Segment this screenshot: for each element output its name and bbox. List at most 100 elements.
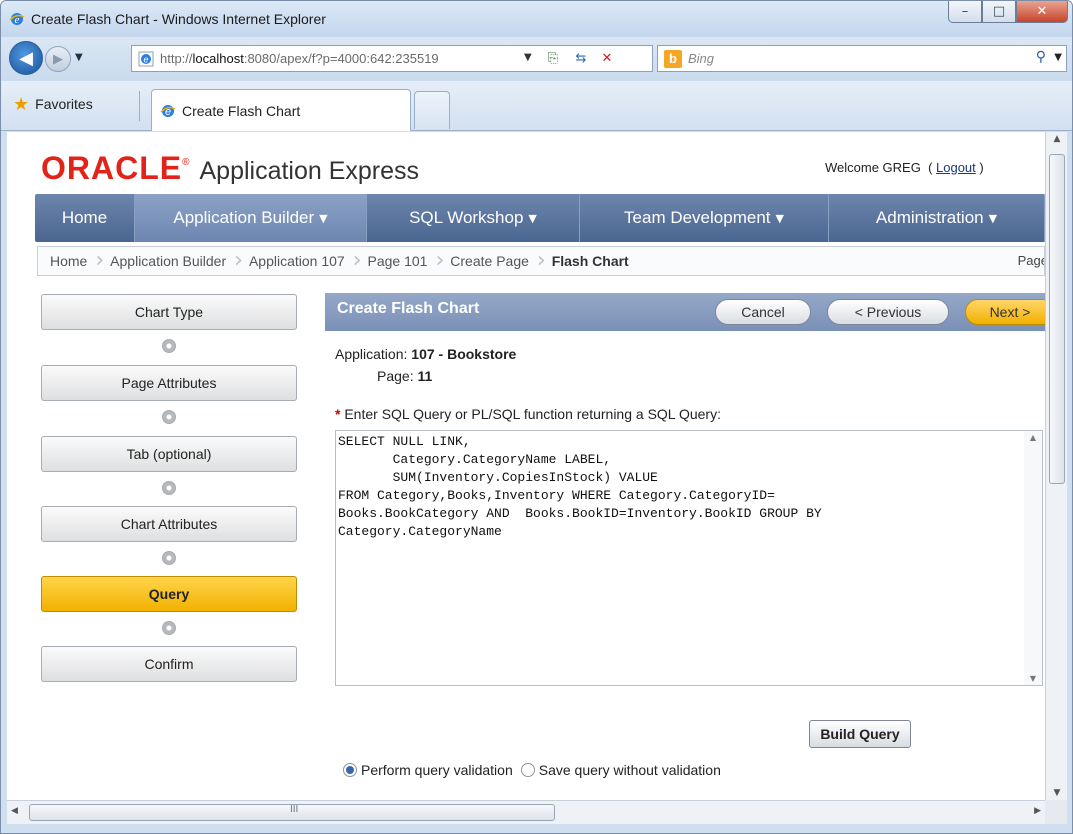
address-dropdown-icon[interactable]: ▼ [524,52,532,63]
scroll-up-icon[interactable]: ▲ [1024,433,1042,442]
refresh-icon[interactable]: ⇆ [572,50,590,68]
favorites-label: Favorites [35,96,93,112]
next-button[interactable]: Next > [965,299,1045,325]
ie-tab-icon: e [160,104,176,118]
no-validate-radio-label[interactable]: Save query without validation [539,762,721,778]
wizard-step-page-attributes[interactable]: Page Attributes [41,365,297,401]
registered-mark: ® [182,157,190,168]
chevron-right-icon: › [435,248,445,273]
maximize-button[interactable]: □ [982,1,1016,23]
nav-sql-workshop[interactable]: SQL Workshop ▼ [367,194,580,242]
minimize-button[interactable]: – [948,1,982,23]
required-marker: * [335,406,341,422]
favorites-button[interactable]: ★ Favorites [7,89,103,119]
chevron-right-icon: › [95,248,105,273]
page-icon: e [138,51,154,67]
breadcrumb-item[interactable]: Create Page [450,253,529,269]
title-bar: e Create Flash Chart - Windows Internet … [1,1,1072,37]
caret-down-icon: ▼ [775,211,784,225]
wizard-step-chart-attributes[interactable]: Chart Attributes [41,506,297,542]
page-content: ORACLE ® Application Express Welcome GRE… [7,132,1045,800]
vertical-scroll-thumb[interactable] [1049,154,1065,484]
back-button[interactable]: ◀ [9,41,43,75]
nav-application-builder[interactable]: Application Builder ▼ [135,194,367,242]
welcome-text: Welcome GREG ( Logout ) [825,160,984,175]
address-bar[interactable]: e http://localhost:8080/apex/f?p=4000:64… [131,45,653,72]
scroll-right-icon[interactable]: ▶ [1034,806,1041,816]
step-connector-icon [162,410,176,424]
divider [139,91,140,121]
validate-radio[interactable] [343,763,357,777]
validation-options: Perform query validation Save query with… [343,762,721,778]
url-text[interactable]: http://localhost:8080/apex/f?p=4000:642:… [160,51,532,66]
address-toolbar: ◀ ▶ ▼ e http://localhost:8080/apex/f?p=4… [1,37,1072,81]
sql-query-textarea[interactable]: SELECT NULL LINK, Category.CategoryName … [335,430,1043,686]
nav-label: Administration [875,208,984,227]
main-nav: Home Application Builder ▼ SQL Workshop ▼ Tea… [35,194,1045,242]
forward-button[interactable]: ▶ [45,46,71,72]
product-name: Application Express [199,157,420,185]
horizontal-scrollbar[interactable]: ◀ III ▶ [7,800,1045,824]
wizard-step-query[interactable]: Query [41,576,297,612]
cancel-button[interactable]: Cancel [715,299,811,325]
scroll-left-icon[interactable]: ◀ [11,806,18,816]
wizard-step-confirm[interactable]: Confirm [41,646,297,682]
oracle-logo: ORACLE ® Application Express [41,150,419,187]
application-info: Application: 107 - Bookstore [335,346,517,362]
caret-down-icon: ▼ [528,211,537,225]
vertical-scrollbar[interactable]: ▲ ▼ [1045,132,1067,800]
svg-text:e: e [143,55,148,65]
scroll-up-icon[interactable]: ▲ [1046,134,1068,144]
tab-label: Create Flash Chart [182,102,301,119]
region-title: Create Flash Chart [337,300,480,317]
search-box[interactable]: b Bing ⚲ ▼ [657,45,1067,72]
breadcrumb-item[interactable]: Home [50,253,87,269]
window-title: Create Flash Chart - Windows Internet Ex… [31,11,326,27]
logout-link[interactable]: Logout [936,160,976,175]
scroll-grip: III [290,804,299,815]
step-connector-icon [162,621,176,635]
wizard-step-tab-optional[interactable]: Tab (optional) [41,436,297,472]
stop-icon[interactable]: ✕ [598,50,616,68]
ie-logo-icon: e [9,13,25,26]
create-flash-chart-region: Create Flash Chart Cancel < Previous Nex… [325,293,1045,800]
sql-query-text[interactable]: SELECT NULL LINK, Category.CategoryName … [336,431,1042,541]
step-connector-icon [162,339,176,353]
nav-administration[interactable]: Administration ▼ [829,194,1045,242]
scroll-down-icon[interactable]: ▼ [1024,674,1042,683]
scroll-corner [1045,800,1067,824]
search-icon[interactable]: ⚲ [1036,49,1046,65]
compatibility-view-icon[interactable]: ⎘ [544,50,562,68]
breadcrumb-item[interactable]: Application 107 [249,253,345,269]
chevron-right-icon: › [536,248,546,273]
nav-home[interactable]: Home [35,194,135,242]
build-query-button[interactable]: Build Query [809,720,911,748]
breadcrumb-item[interactable]: Application Builder [110,253,226,269]
no-validate-radio[interactable] [520,763,535,777]
new-tab-button[interactable] [414,91,450,129]
tab-create-flash-chart[interactable]: e Create Flash Chart [151,89,411,131]
breadcrumb: Home › Application Builder › Application 107… [37,246,1045,276]
tab-bar: ★ Favorites e Create Flash Chart [1,81,1072,131]
star-icon: ★ [13,93,30,115]
breadcrumb-item[interactable]: Page 101 [368,253,428,269]
oracle-brand: ORACLE [41,150,183,186]
nav-team-development[interactable]: Team Development ▼ [580,194,829,242]
validate-radio-label[interactable]: Perform query validation [361,762,513,778]
previous-button[interactable]: < Previous [827,299,949,325]
nav-label: Team Development [624,208,771,227]
close-button[interactable]: ✕ [1016,1,1068,23]
caret-down-icon: ▼ [988,211,998,225]
query-label: * Enter SQL Query or PL/SQL function ret… [335,406,721,422]
textarea-scrollbar[interactable]: ▲ ▼ [1024,431,1042,685]
scroll-down-icon[interactable]: ▼ [1046,788,1068,798]
nav-label: SQL Workshop [409,208,524,227]
caret-down-icon: ▼ [319,211,328,225]
search-dropdown-icon[interactable]: ▼ [1054,52,1062,63]
breadcrumb-item: Flash Chart [551,253,629,269]
wizard-step-chart-type[interactable]: Chart Type [41,294,297,330]
history-dropdown-icon[interactable]: ▼ [75,52,83,63]
chevron-right-icon: › [234,248,243,273]
horizontal-scroll-thumb[interactable]: III [29,804,555,821]
search-input[interactable]: Bing [688,51,714,66]
